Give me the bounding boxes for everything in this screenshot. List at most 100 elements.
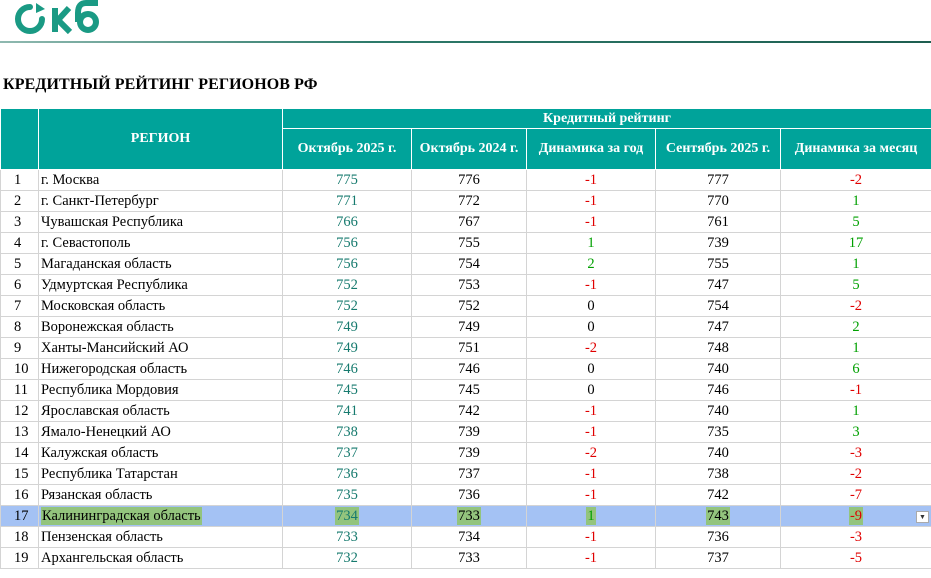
year-change-cell[interactable]: 1 (526, 232, 656, 254)
row-number-cell[interactable]: 16 (0, 484, 39, 506)
sep-2025-cell[interactable]: 740 (655, 400, 781, 422)
oct-2024-cell[interactable]: 733 (411, 505, 527, 527)
region-cell[interactable]: г. Санкт-Петербург (38, 190, 283, 212)
sep-2025-cell[interactable]: 735 (655, 421, 781, 443)
month-change-cell[interactable]: -1 (779, 379, 931, 401)
year-change-cell[interactable]: 2 (526, 253, 656, 275)
oct-2024-cell[interactable]: 772 (411, 190, 527, 212)
year-change-cell[interactable]: -1 (526, 400, 656, 422)
year-change-cell[interactable]: 0 (526, 316, 656, 338)
year-change-cell[interactable]: -1 (526, 421, 656, 443)
year-change-cell[interactable]: -1 (526, 526, 656, 548)
oct-2025-cell[interactable]: 756 (282, 253, 412, 275)
sep-2025-cell[interactable]: 740 (655, 358, 781, 380)
region-cell[interactable]: Ямало-Ненецкий АО (38, 421, 283, 443)
table-row[interactable]: 3 Чувашская Республика 766 767 -1 761 5 (0, 211, 931, 233)
region-cell[interactable]: Чувашская Республика (38, 211, 283, 233)
oct-2025-cell[interactable]: 771 (282, 190, 412, 212)
oct-2025-cell[interactable]: 738 (282, 421, 412, 443)
sep-2025-cell[interactable]: 777 (655, 169, 781, 191)
sep-2025-cell[interactable]: 737 (655, 547, 781, 569)
region-cell[interactable]: г. Москва (38, 169, 283, 191)
year-change-cell[interactable]: -1 (526, 463, 656, 485)
row-number-cell[interactable]: 5 (0, 253, 39, 275)
year-change-cell[interactable]: -2 (526, 442, 656, 464)
oct-2025-cell[interactable]: 752 (282, 274, 412, 296)
oct-2025-cell[interactable]: 749 (282, 316, 412, 338)
table-row[interactable]: 9 Ханты-Мансийский АО 749 751 -2 748 1 (0, 337, 931, 359)
row-number-cell[interactable]: 2 (0, 190, 39, 212)
year-change-cell[interactable]: -1 (526, 547, 656, 569)
sep-2025-cell[interactable]: 747 (655, 316, 781, 338)
table-row[interactable]: 5 Магаданская область 756 754 2 755 1 (0, 253, 931, 275)
oct-2024-cell[interactable]: 746 (411, 358, 527, 380)
table-row[interactable]: 15 Республика Татарстан 736 737 -1 738 -2 (0, 463, 931, 485)
sep-2025-cell[interactable]: 754 (655, 295, 781, 317)
month-change-cell[interactable]: -9 ▼ (779, 505, 931, 527)
year-change-cell[interactable]: 0 (526, 379, 656, 401)
row-number-cell[interactable]: 10 (0, 358, 39, 380)
sep-2025-cell[interactable]: 742 (655, 484, 781, 506)
region-cell[interactable]: Рязанская область (38, 484, 283, 506)
month-change-cell[interactable]: 1 (779, 400, 931, 422)
region-cell[interactable]: Республика Татарстан (38, 463, 283, 485)
oct-2024-cell[interactable]: 733 (411, 547, 527, 569)
year-change-cell[interactable]: -1 (526, 274, 656, 296)
row-number-cell[interactable]: 15 (0, 463, 39, 485)
row-number-cell[interactable]: 19 (0, 547, 39, 569)
table-row[interactable]: 1 г. Москва 775 776 -1 777 -2 (0, 169, 931, 191)
oct-2024-cell[interactable]: 755 (411, 232, 527, 254)
oct-2024-cell[interactable]: 767 (411, 211, 527, 233)
region-cell[interactable]: Московская область (38, 295, 283, 317)
sep-2025-cell[interactable]: 747 (655, 274, 781, 296)
oct-2025-cell[interactable]: 752 (282, 295, 412, 317)
table-row[interactable]: 8 Воронежская область 749 749 0 747 2 (0, 316, 931, 338)
month-change-cell[interactable]: -3 (779, 526, 931, 548)
oct-2025-cell[interactable]: 749 (282, 337, 412, 359)
table-row[interactable]: 14 Калужская область 737 739 -2 740 -3 (0, 442, 931, 464)
region-cell[interactable]: Удмуртская Республика (38, 274, 283, 296)
row-number-cell[interactable]: 18 (0, 526, 39, 548)
sep-2025-cell[interactable]: 736 (655, 526, 781, 548)
month-change-cell[interactable]: -7 (779, 484, 931, 506)
oct-2024-cell[interactable]: 742 (411, 400, 527, 422)
table-row[interactable]: 4 г. Севастополь 756 755 1 739 17 (0, 232, 931, 254)
row-number-cell[interactable]: 12 (0, 400, 39, 422)
year-change-cell[interactable]: -1 (526, 169, 656, 191)
oct-2025-cell[interactable]: 736 (282, 463, 412, 485)
year-change-cell[interactable]: -1 (526, 190, 656, 212)
oct-2025-cell[interactable]: 732 (282, 547, 412, 569)
month-change-cell[interactable]: -5 (779, 547, 931, 569)
month-change-cell[interactable]: -2 (779, 463, 931, 485)
month-change-cell[interactable]: 2 (779, 316, 931, 338)
year-change-cell[interactable]: 0 (526, 295, 656, 317)
row-number-cell[interactable]: 11 (0, 379, 39, 401)
oct-2025-cell[interactable]: 775 (282, 169, 412, 191)
month-change-cell[interactable]: 5 (779, 274, 931, 296)
month-change-cell[interactable]: -3 (779, 442, 931, 464)
region-cell[interactable]: Архангельская область (38, 547, 283, 569)
sep-2025-cell[interactable]: 743 (655, 505, 781, 527)
region-cell[interactable]: Ханты-Мансийский АО (38, 337, 283, 359)
row-number-cell[interactable]: 7 (0, 295, 39, 317)
oct-2025-cell[interactable]: 745 (282, 379, 412, 401)
sep-2025-cell[interactable]: 746 (655, 379, 781, 401)
year-change-cell[interactable]: -1 (526, 211, 656, 233)
month-change-cell[interactable]: -2 (779, 295, 931, 317)
region-cell[interactable]: Воронежская область (38, 316, 283, 338)
oct-2024-cell[interactable]: 739 (411, 421, 527, 443)
table-row[interactable]: 13 Ямало-Ненецкий АО 738 739 -1 735 3 (0, 421, 931, 443)
region-cell[interactable]: Магаданская область (38, 253, 283, 275)
year-change-cell[interactable]: -1 (526, 484, 656, 506)
oct-2024-cell[interactable]: 753 (411, 274, 527, 296)
row-number-cell[interactable]: 17 (0, 505, 39, 527)
sep-2025-cell[interactable]: 739 (655, 232, 781, 254)
table-row[interactable]: 12 Ярославская область 741 742 -1 740 1 (0, 400, 931, 422)
month-change-cell[interactable]: 6 (779, 358, 931, 380)
month-change-cell[interactable]: 1 (779, 337, 931, 359)
region-cell[interactable]: Калининградская область (38, 505, 283, 527)
region-cell[interactable]: Пензенская область (38, 526, 283, 548)
region-cell[interactable]: Ярославская область (38, 400, 283, 422)
oct-2025-cell[interactable]: 766 (282, 211, 412, 233)
sep-2025-cell[interactable]: 770 (655, 190, 781, 212)
